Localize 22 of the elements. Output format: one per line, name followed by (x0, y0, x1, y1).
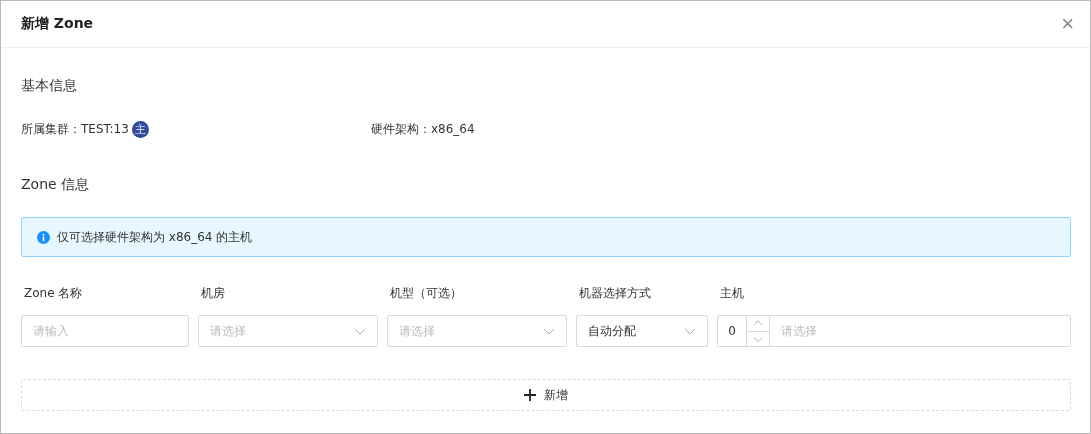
field-label: 机器选择方式 (578, 285, 652, 302)
field-label: 机房 (200, 285, 226, 302)
primary-badge: 主 (131, 120, 149, 138)
chevron-down-icon (543, 327, 555, 335)
arch-label: 硬件架构：x86_64 (371, 120, 475, 138)
host-select-field[interactable]: 请选择 (770, 315, 1071, 347)
info-icon (37, 230, 50, 244)
section-heading: 基本信息 (21, 77, 78, 95)
dialog-title: 新增 Zone (21, 15, 94, 33)
field-label: 主机 (719, 285, 745, 302)
chevron-down-icon (354, 327, 366, 335)
select-field[interactable]: 自动分配 (576, 315, 708, 347)
add-button[interactable]: 新增 (21, 379, 1071, 411)
close-button[interactable]: × (1061, 13, 1074, 35)
chevron-down-icon (684, 327, 696, 335)
cluster-label: 所属集群：TEST:13 (21, 120, 129, 138)
alert-text: 仅可选择硬件架构为 x86_64 的主机 (57, 228, 253, 246)
field-label: 机型（可选） (389, 285, 463, 302)
plus-icon (524, 389, 536, 401)
section-heading: Zone 信息 (21, 176, 91, 194)
field-label: Zone 名称 (23, 285, 84, 302)
input-field[interactable]: 请输入 (21, 315, 189, 347)
